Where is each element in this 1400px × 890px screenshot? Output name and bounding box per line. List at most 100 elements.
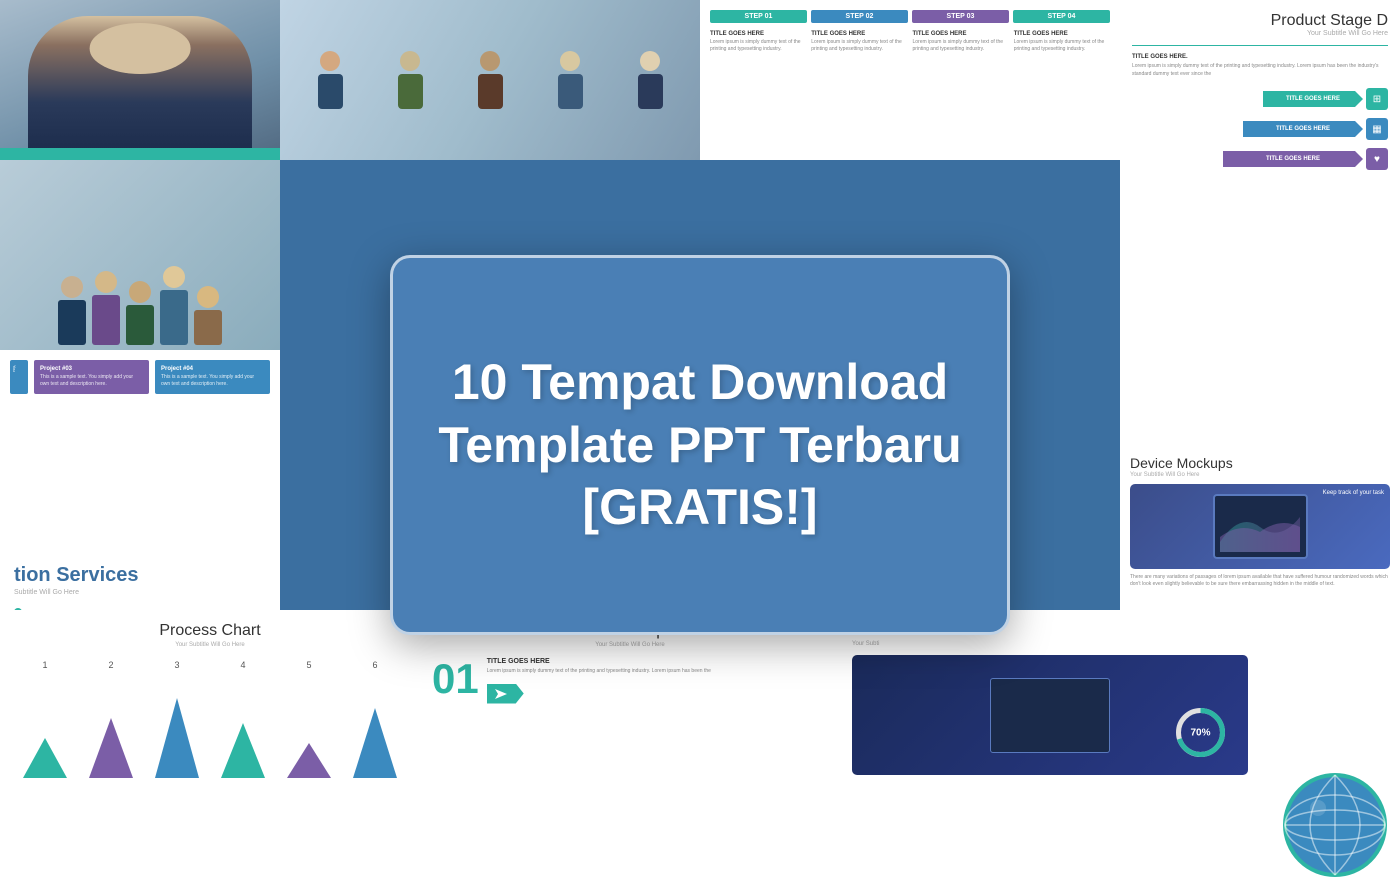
- head-1: [320, 51, 340, 71]
- step-col-1-title: TITLE GOES HERE: [710, 31, 806, 37]
- bar-tri-1: [23, 738, 67, 778]
- bar-tri-5: [287, 743, 331, 778]
- num-2: 2: [108, 660, 113, 670]
- step-2-pill: STEP 02: [811, 10, 908, 23]
- ps-arrow-1: TITLE GOES HERE: [1263, 91, 1363, 107]
- mind-map-item-text: Lorem ipsum is simply dummy text of the …: [487, 668, 828, 676]
- product-stage-arrows: TITLE GOES HERE ⊞ TITLE GOES HERE ▦ TITL…: [1132, 88, 1388, 170]
- project-4-number: Project #04: [161, 366, 264, 372]
- process-bars: [12, 678, 408, 778]
- title-line-2: Template PPT Terbaru: [438, 417, 961, 473]
- step-col-4-text: Lorem ipsum is simply dummy text of the …: [1014, 39, 1110, 53]
- ps-icon-1: ⊞: [1366, 88, 1388, 110]
- fig-head-3: [129, 281, 151, 303]
- ps-icon-2: ▦: [1366, 118, 1388, 140]
- fig-head-4: [163, 266, 185, 288]
- body-4: [558, 74, 583, 109]
- bar-tri-2: [89, 718, 133, 778]
- figure-5: [194, 286, 222, 345]
- figure-1: [58, 276, 86, 345]
- device-label: Keep track of your task: [1323, 490, 1384, 496]
- ps-icon-3: ♥: [1366, 148, 1388, 170]
- fig-head-5: [197, 286, 219, 308]
- device-mockups-title: Device Mockups: [1130, 455, 1390, 471]
- meeting-person-2: [398, 51, 423, 109]
- device-mockups-subtitle: Your Subtitle Will Go Here: [1130, 472, 1390, 478]
- mind-map-arrow: [487, 684, 828, 704]
- mind-map-subtitle: Your Subtitle Will Go Here: [432, 642, 828, 648]
- thumbnail-device-mock-bottom: Device Moc Your Subti 70%: [840, 610, 1260, 890]
- step-3-pill: STEP 03: [912, 10, 1009, 23]
- num-6: 6: [372, 660, 377, 670]
- product-stage-title: Product Stage D: [1132, 12, 1388, 30]
- process-chart-title: Process Chart: [12, 622, 408, 640]
- projects-section: You Project #03 This is a sample text. Y…: [0, 350, 280, 410]
- meeting-person-1: [318, 51, 343, 109]
- meeting-person-3: [478, 51, 503, 109]
- progress-percent: 70%: [1190, 727, 1210, 738]
- project-3-number: Project #03: [40, 366, 143, 372]
- people-photo: [0, 160, 280, 350]
- portrait-background: [0, 0, 280, 160]
- thumbnail-process-chart: Process Chart Your Subtitle Will Go Here…: [0, 610, 420, 890]
- ps-arrow-2: TITLE GOES HERE: [1243, 121, 1363, 137]
- meeting-person-5: [638, 51, 663, 109]
- thumbnail-globe: [1260, 610, 1400, 890]
- fig-body-4: [160, 290, 188, 345]
- meeting-person-4: [558, 51, 583, 109]
- projects-row: You Project #03 This is a sample text. Y…: [10, 360, 270, 394]
- product-stage-section: TITLE GOES HERE. Lorem ipsum is simply d…: [1132, 54, 1388, 78]
- device-mock-subtitle: Your Subti: [852, 641, 1248, 647]
- step-col-1-text: Lorem ipsum is simply dummy text of the …: [710, 39, 806, 53]
- thumbnail-product-stage: Product Stage D Your Subtitle Will Go He…: [1120, 0, 1400, 445]
- process-numbers: 1 2 3 4 5 6: [12, 660, 408, 670]
- teal-accent-bar: [0, 148, 280, 160]
- bar-tri-3: [155, 698, 199, 778]
- ps-arrow-row-2: TITLE GOES HERE ▦: [1243, 118, 1388, 140]
- bar-tri-4: [221, 723, 265, 778]
- fig-body-2: [92, 295, 120, 345]
- num-3: 3: [174, 660, 179, 670]
- fig-body-1: [58, 300, 86, 345]
- ps-arrow-3: TITLE GOES HERE: [1223, 151, 1363, 167]
- process-chart-subtitle: Your Subtitle Will Go Here: [12, 642, 408, 648]
- thumbnail-meeting: [280, 0, 700, 160]
- head-4: [560, 51, 580, 71]
- people-figures: [58, 266, 222, 345]
- center-card-content: 10 Tempat Download Template PPT Terbaru …: [408, 321, 991, 569]
- send-icon: [495, 687, 509, 701]
- device-mock-visual: 70%: [852, 655, 1248, 775]
- product-stage-section-title: TITLE GOES HERE.: [1132, 54, 1388, 60]
- center-card: 10 Tempat Download Template PPT Terbaru …: [390, 255, 1010, 635]
- project-stub-text: You: [12, 365, 17, 372]
- body-2: [398, 74, 423, 109]
- step-col-3: TITLE GOES HERE Lorem ipsum is simply du…: [913, 31, 1009, 53]
- product-stage-header: Product Stage D Your Subtitle Will Go He…: [1132, 12, 1388, 37]
- thumbnail-steps: STEP 01 STEP 02 STEP 03 STEP 04 TITLE GO…: [700, 0, 1120, 160]
- step-col-4: TITLE GOES HERE Lorem ipsum is simply du…: [1014, 31, 1110, 53]
- fig-head-1: [61, 276, 83, 298]
- num-5: 5: [306, 660, 311, 670]
- figure-4: [160, 266, 188, 345]
- globe-container: [1280, 770, 1390, 880]
- portrait-head: [90, 23, 191, 73]
- step-col-4-title: TITLE GOES HERE: [1014, 31, 1110, 37]
- step-col-2: TITLE GOES HERE Lorem ipsum is simply du…: [811, 31, 907, 53]
- progress-circle-container: 70%: [1173, 705, 1228, 760]
- project-3-text: This is a sample text. You simply add yo…: [40, 374, 143, 388]
- mind-map-content: 01 TITLE GOES HERE Lorem ipsum is simply…: [432, 658, 828, 704]
- num-4: 4: [240, 660, 245, 670]
- head-2: [400, 51, 420, 71]
- product-stage-subtitle: Your Subtitle Will Go Here: [1132, 30, 1388, 37]
- project-4-text: This is a sample text. You simply add yo…: [161, 374, 264, 388]
- steps-pills-row: STEP 01 STEP 02 STEP 03 STEP 04: [710, 10, 1110, 23]
- step-col-1: TITLE GOES HERE Lorem ipsum is simply du…: [710, 31, 806, 53]
- services-subtitle: Subtitle Will Go Here: [14, 589, 266, 596]
- figure-2: [92, 271, 120, 345]
- project-4-card: Project #04 This is a sample text. You s…: [155, 360, 270, 394]
- mm-arrow-shape: [487, 684, 524, 704]
- step-1-pill: STEP 01: [710, 10, 807, 23]
- title-line-1: 10 Tempat Download: [452, 354, 948, 410]
- step-col-3-text: Lorem ipsum is simply dummy text of the …: [913, 39, 1009, 53]
- thumbnail-mind-map: Mind Map Your Subtitle Will Go Here 01 T…: [420, 610, 840, 890]
